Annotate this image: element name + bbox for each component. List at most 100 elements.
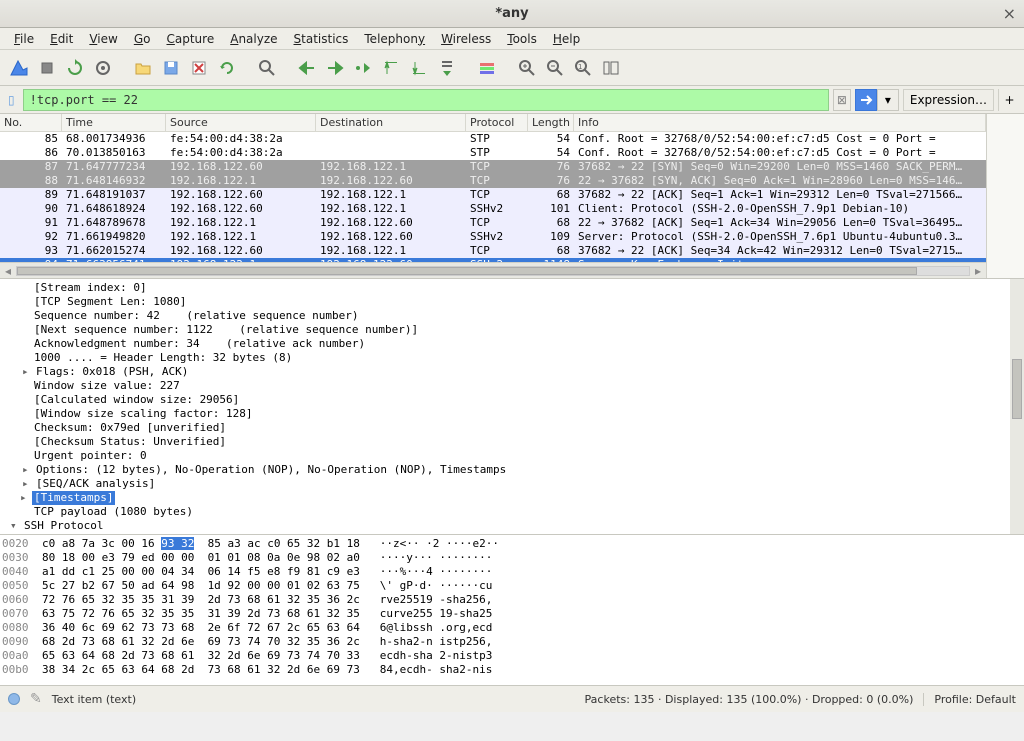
pencil-icon[interactable]: ✎ [30,691,42,707]
tree-item[interactable]: [Calculated window size: 29056] [8,393,1024,407]
go-last-icon[interactable] [406,55,432,81]
menu-statistics[interactable]: Statistics [288,30,355,48]
column-no[interactable]: No. [0,114,62,131]
packet-list-headers[interactable]: No. Time Source Destination Protocol Len… [0,114,986,132]
menu-telephony[interactable]: Telephony [358,30,431,48]
add-filter-button[interactable]: + [998,89,1020,111]
toolbar: 1 [0,50,1024,86]
zoom-reset-icon[interactable]: 1 [570,55,596,81]
column-protocol[interactable]: Protocol [466,114,528,131]
packet-details[interactable]: [Stream index: 0] [TCP Segment Len: 1080… [0,279,1024,535]
menu-help[interactable]: Help [547,30,586,48]
tree-item[interactable]: [TCP Segment Len: 1080] [8,295,1024,309]
apply-filter-combo: ▾ [855,89,899,111]
scroll-left-icon[interactable]: ◂ [0,264,16,278]
display-filter-input[interactable] [23,89,829,111]
packet-list[interactable]: No. Time Source Destination Protocol Len… [0,114,986,278]
reload-icon[interactable] [214,55,240,81]
packet-minimap[interactable] [986,114,1024,278]
column-length[interactable]: Length [528,114,574,131]
tree-item[interactable]: 1000 .... = Header Length: 32 bytes (8) [8,351,1024,365]
tree-item[interactable]: Urgent pointer: 0 [8,449,1024,463]
menu-wireless[interactable]: Wireless [435,30,497,48]
menu-tools[interactable]: Tools [501,30,543,48]
tree-item[interactable]: Acknowledgment number: 34 (relative ack … [8,337,1024,351]
menu-capture[interactable]: Capture [160,30,220,48]
save-icon[interactable] [158,55,184,81]
hex-row: 009068 2d 73 68 61 32 2d 6e 69 73 74 70 … [2,635,1024,649]
menu-file[interactable]: File [8,30,40,48]
auto-scroll-icon[interactable] [434,55,460,81]
svg-text:1: 1 [578,63,582,71]
column-source[interactable]: Source [166,114,316,131]
tree-item[interactable]: Checksum: 0x79ed [unverified] [8,421,1024,435]
clear-filter-icon[interactable]: ⊠ [833,89,851,111]
go-back-icon[interactable] [294,55,320,81]
hex-row: 0020c0 a8 7a 3c 00 16 93 32 85 a3 ac c0 … [2,537,1024,551]
colorize-icon[interactable] [474,55,500,81]
packet-row[interactable]: 8670.013850163fe:54:00:d4:38:2aSTP54Conf… [0,146,986,160]
tree-item[interactable]: [Next sequence number: 1122 (relative se… [8,323,1024,337]
hex-row: 00b038 34 2c 65 63 64 68 2d 73 68 61 32 … [2,663,1024,677]
tree-item-ssh[interactable]: SSH Protocol [16,519,1024,533]
shark-fin-icon[interactable] [6,55,32,81]
bookmark-icon[interactable]: ▯ [4,93,19,107]
packet-row[interactable]: 8971.648191037192.168.122.60192.168.122.… [0,188,986,202]
options-icon[interactable] [90,55,116,81]
menu-view[interactable]: View [83,30,123,48]
column-destination[interactable]: Destination [316,114,466,131]
tree-item[interactable]: Sequence number: 42 (relative sequence n… [8,309,1024,323]
tree-item-options[interactable]: Options: (12 bytes), No-Operation (NOP),… [8,463,1024,477]
tree-item[interactable]: [Window size scaling factor: 128] [8,407,1024,421]
apply-filter-icon[interactable] [855,89,877,111]
hex-row: 007063 75 72 76 65 32 35 35 31 39 2d 73 … [2,607,1024,621]
jump-to-icon[interactable] [350,55,376,81]
go-forward-icon[interactable] [322,55,348,81]
packet-bytes[interactable]: 0020c0 a8 7a 3c 00 16 93 32 85 a3 ac c0 … [0,535,1024,685]
expert-info-icon[interactable] [8,693,20,705]
packet-row[interactable]: 9071.648618924192.168.122.60192.168.122.… [0,202,986,216]
tree-item[interactable]: [Stream index: 0] [8,281,1024,295]
close-icon[interactable]: × [1003,4,1016,23]
stop-icon[interactable] [34,55,60,81]
hex-row: 0040a1 dd c1 25 00 00 04 34 06 14 f5 e8 … [2,565,1024,579]
vertical-scrollbar[interactable] [1010,279,1024,534]
tree-item[interactable]: TCP payload (1080 bytes) [8,505,1024,519]
packet-row[interactable]: 8568.001734936fe:54:00:d4:38:2aSTP54Conf… [0,132,986,146]
expression-button[interactable]: Expression… [903,89,994,111]
packet-row[interactable]: 8871.648146932192.168.122.1192.168.122.6… [0,174,986,188]
hex-row: 003080 18 00 e3 79 ed 00 00 01 01 08 0a … [2,551,1024,565]
menu-edit[interactable]: Edit [44,30,79,48]
status-profile[interactable]: Profile: Default [923,693,1016,706]
find-icon[interactable] [254,55,280,81]
packet-row[interactable]: 9271.661949820192.168.122.1192.168.122.6… [0,230,986,244]
tree-item-timestamps[interactable]: [Timestamps] [32,491,115,505]
packet-row[interactable]: 9371.662015274192.168.122.60192.168.122.… [0,244,986,258]
tree-item[interactable]: [Checksum Status: Unverified] [8,435,1024,449]
hex-row: 00a065 63 64 68 2d 73 68 61 32 2d 6e 69 … [2,649,1024,663]
menu-analyze[interactable]: Analyze [224,30,283,48]
zoom-in-icon[interactable] [514,55,540,81]
horizontal-scrollbar[interactable]: ◂ ▸ [0,262,986,278]
close-file-icon[interactable] [186,55,212,81]
column-time[interactable]: Time [62,114,166,131]
hex-row: 008036 40 6c 69 62 73 73 68 2e 6f 72 67 … [2,621,1024,635]
zoom-out-icon[interactable] [542,55,568,81]
titlebar: *any × [0,0,1024,28]
column-info[interactable]: Info [574,114,986,131]
resize-columns-icon[interactable] [598,55,624,81]
tree-item-flags[interactable]: Flags: 0x018 (PSH, ACK) [8,365,1024,379]
filter-history-icon[interactable]: ▾ [877,89,899,111]
tree-item-sshv2[interactable]: SSH Version 2 (encryption:chacha20-poly1… [8,533,1024,535]
packet-row[interactable]: 8771.647777234192.168.122.60192.168.122.… [0,160,986,174]
scroll-right-icon[interactable]: ▸ [970,264,986,278]
go-first-icon[interactable] [378,55,404,81]
tree-item[interactable]: Window size value: 227 [8,379,1024,393]
menu-go[interactable]: Go [128,30,157,48]
open-file-icon[interactable] [130,55,156,81]
packet-row[interactable]: 9171.648789678192.168.122.1192.168.122.6… [0,216,986,230]
restart-icon[interactable] [62,55,88,81]
window-title: *any [495,6,528,21]
tree-item-seqack[interactable]: [SEQ/ACK analysis] [8,477,1024,491]
filterbar: ▯ ⊠ ▾ Expression… + [0,86,1024,114]
